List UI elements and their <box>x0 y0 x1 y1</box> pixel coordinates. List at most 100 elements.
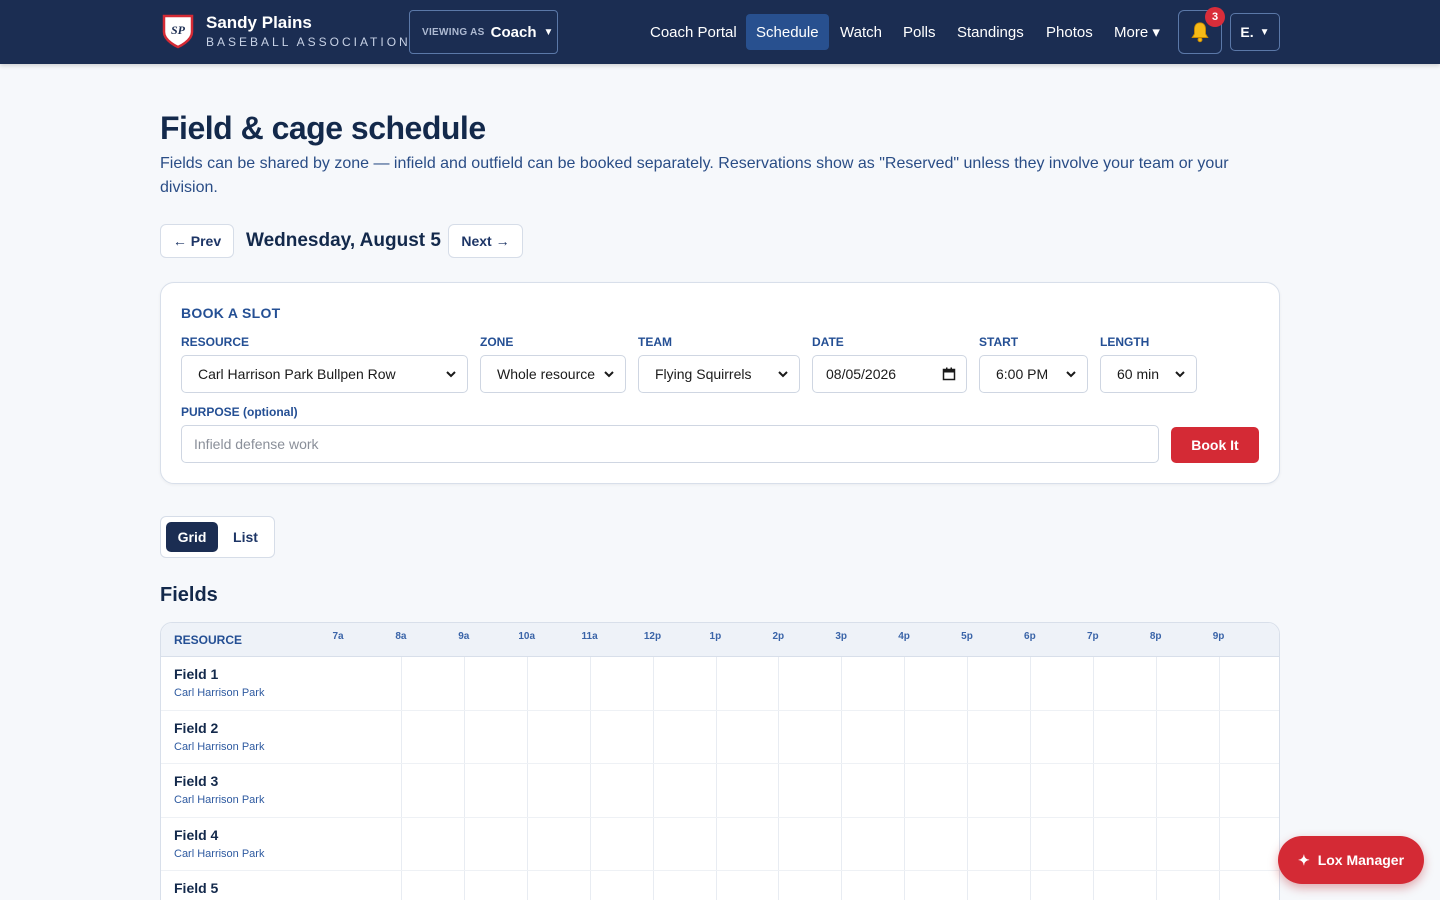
time-slot-cell[interactable] <box>652 657 716 710</box>
time-slot-cell[interactable] <box>1092 764 1156 817</box>
time-slot-cell[interactable] <box>841 871 904 900</box>
time-slot-cell[interactable] <box>715 764 779 817</box>
time-slot-cell[interactable] <box>715 817 779 870</box>
time-slot-cell[interactable] <box>589 817 653 870</box>
lox-manager-button[interactable]: ✦ Lox Manager <box>1278 836 1424 884</box>
time-slot-cell[interactable] <box>841 764 904 817</box>
nav-coach-portal[interactable]: Coach Portal <box>640 14 747 50</box>
hour-label: 1p <box>709 631 722 642</box>
time-slot-cell[interactable] <box>652 710 716 763</box>
nav-polls[interactable]: Polls <box>893 14 946 50</box>
time-slot-cell[interactable] <box>1155 817 1219 870</box>
time-slot-cell[interactable] <box>1155 657 1219 710</box>
time-slot-cell[interactable] <box>715 657 779 710</box>
purpose-input[interactable] <box>181 425 1159 463</box>
time-slot-cell[interactable] <box>1218 710 1279 763</box>
time-slot-cell[interactable] <box>526 764 590 817</box>
time-slot-cell[interactable] <box>1092 817 1156 870</box>
time-slot-cell[interactable] <box>904 764 967 817</box>
nav-photos[interactable]: Photos <box>1036 14 1103 50</box>
time-slot-cell[interactable] <box>1030 871 1093 900</box>
length-select[interactable]: 60 min <box>1100 355 1197 393</box>
time-slot-cell[interactable] <box>778 657 841 710</box>
prev-day-button[interactable]: ← Prev <box>160 224 234 258</box>
time-slot-cell[interactable] <box>652 817 716 870</box>
viewing-as-dropdown[interactable]: VIEWING AS Coach ▼ <box>409 10 558 54</box>
time-slot-cell[interactable] <box>841 710 904 763</box>
time-slot-cell[interactable] <box>526 817 590 870</box>
time-slot-cell[interactable] <box>904 710 967 763</box>
time-slot-cell[interactable] <box>904 657 967 710</box>
time-slot-cell[interactable] <box>1155 871 1219 900</box>
time-slot-cell[interactable] <box>778 764 841 817</box>
time-slot-cell[interactable] <box>526 871 590 900</box>
time-slot-cell[interactable] <box>526 710 590 763</box>
time-slot-cell[interactable] <box>652 764 716 817</box>
time-slot-cell[interactable] <box>1030 657 1093 710</box>
time-slot-cell[interactable] <box>463 871 527 900</box>
time-slot-cell[interactable] <box>589 710 653 763</box>
time-slot-cell[interactable] <box>1155 764 1219 817</box>
time-slot-cell[interactable] <box>904 817 967 870</box>
time-slot-cell[interactable] <box>967 657 1030 710</box>
time-slot-cell[interactable] <box>401 871 464 900</box>
time-slot-cell[interactable] <box>967 710 1030 763</box>
user-initial: E. <box>1240 24 1254 40</box>
time-slot-cell[interactable] <box>401 817 464 870</box>
brand-name[interactable]: Sandy Plains <box>206 13 312 33</box>
time-slot-cell[interactable] <box>463 657 527 710</box>
time-slot-cell[interactable] <box>1218 657 1279 710</box>
time-slot-cell[interactable] <box>589 764 653 817</box>
time-slot-cell[interactable] <box>841 817 904 870</box>
time-slot-cell[interactable] <box>652 871 716 900</box>
grid-view-tab[interactable]: Grid <box>166 522 218 552</box>
grid-header: RESOURCE 7a 8a 9a 10a 11a 12p 1p 2p 3p 4p 5p 6p 7p 8p… <box>161 623 1279 657</box>
time-slot-cell[interactable] <box>401 657 464 710</box>
time-slot-cell[interactable] <box>401 710 464 763</box>
time-slot-cell[interactable] <box>715 871 779 900</box>
time-slot-cell[interactable] <box>904 871 967 900</box>
team-select[interactable]: Flying Squirrels <box>638 355 800 393</box>
book-it-button[interactable]: Book It <box>1171 427 1259 463</box>
time-slot-cell[interactable] <box>967 817 1030 870</box>
time-slot-cell[interactable] <box>1218 764 1279 817</box>
time-slot-cell[interactable] <box>1218 817 1279 870</box>
time-slot-cell[interactable] <box>967 764 1030 817</box>
start-time-select[interactable]: 6:00 PM <box>979 355 1088 393</box>
time-slot-cell[interactable] <box>1092 657 1156 710</box>
nav-schedule[interactable]: Schedule <box>746 14 829 50</box>
nav-watch[interactable]: Watch <box>830 14 892 50</box>
time-slot-cell[interactable] <box>589 657 653 710</box>
time-slot-cell[interactable] <box>778 710 841 763</box>
nav-standings[interactable]: Standings <box>947 14 1034 50</box>
list-view-tab[interactable]: List <box>223 522 268 552</box>
time-slot-cell[interactable] <box>526 657 590 710</box>
time-slot-cell[interactable] <box>589 871 653 900</box>
resource-select[interactable]: Carl Harrison Park Bullpen Row <box>181 355 468 393</box>
time-slot-cell[interactable] <box>1092 710 1156 763</box>
time-slot-cell[interactable] <box>1218 871 1279 900</box>
time-slot-cell[interactable] <box>1155 710 1219 763</box>
date-input[interactable]: 08/05/2026 <box>812 355 967 393</box>
time-slot-cell[interactable] <box>1030 710 1093 763</box>
shield-logo-icon[interactable]: SP <box>162 14 194 49</box>
next-day-button[interactable]: Next → <box>448 224 523 258</box>
time-slot-cell[interactable] <box>463 764 527 817</box>
time-slot-cell[interactable] <box>463 817 527 870</box>
time-slot-cell[interactable] <box>1030 764 1093 817</box>
time-slot-cell[interactable] <box>463 710 527 763</box>
time-slot-cell[interactable] <box>1092 871 1156 900</box>
notification-count-badge: 3 <box>1205 7 1225 27</box>
time-slot-cell[interactable] <box>401 764 464 817</box>
time-slot-cell[interactable] <box>715 710 779 763</box>
time-slot-cell[interactable] <box>778 871 841 900</box>
time-slot-cell[interactable] <box>778 817 841 870</box>
zone-select[interactable]: Whole resource <box>480 355 626 393</box>
nav-more[interactable]: More ▾ <box>1104 14 1170 50</box>
user-menu-button[interactable]: E. ▼ <box>1230 13 1280 51</box>
resource-name: Field 3 <box>174 773 219 789</box>
time-slot-cell[interactable] <box>1030 817 1093 870</box>
time-slot-cell[interactable] <box>967 871 1030 900</box>
time-slot-cell[interactable] <box>841 657 904 710</box>
calendar-icon[interactable] <box>942 367 956 381</box>
